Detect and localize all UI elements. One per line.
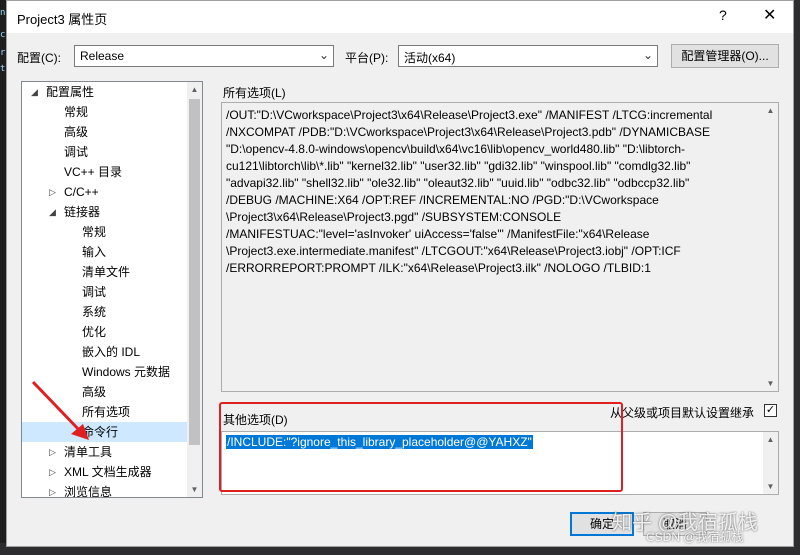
tree-item[interactable]: 高级: [22, 122, 187, 142]
scroll-up-icon[interactable]: ▲: [763, 432, 778, 447]
tree-item-label: 常规: [64, 105, 89, 119]
tree-item-label: XML 文档生成器: [64, 465, 152, 479]
config-select[interactable]: Release ⌄: [74, 45, 334, 67]
tree-item[interactable]: ◢ 配置属性: [22, 82, 187, 102]
all-options-line: "advapi32.lib" "shell32.lib" "ole32.lib"…: [226, 176, 690, 190]
all-options-line: \Project3.exe.intermediate.manifest" /LT…: [226, 244, 681, 258]
close-icon[interactable]: ✕: [763, 5, 776, 25]
scroll-down-icon[interactable]: ▼: [763, 376, 778, 391]
all-options-line: /OUT:"D:\VCworkspace\Project3\x64\Releas…: [226, 108, 713, 122]
tree-item-label: 浏览信息: [64, 485, 113, 498]
tree-item[interactable]: 常规: [22, 222, 187, 242]
scroll-up-icon[interactable]: ▲: [763, 103, 778, 118]
expand-arrow-icon[interactable]: ▷: [49, 482, 56, 497]
annotation-arrow-icon: [31, 380, 89, 440]
tree-item-label: 链接器: [64, 205, 101, 219]
chevron-down-icon: ⌄: [642, 48, 653, 62]
all-options-line: /ERRORREPORT:PROMPT /ILK:"x64\Release\Pr…: [226, 261, 651, 275]
tree-item[interactable]: ▷ XML 文档生成器: [22, 462, 187, 482]
tree-item-label: VC++ 目录: [64, 165, 123, 179]
help-icon[interactable]: ?: [719, 7, 727, 23]
ide-code-fragment: r: [0, 48, 6, 58]
scroll-up-icon[interactable]: ▲: [187, 82, 202, 97]
all-options-line: /DEBUG /MACHINE:X64 /OPT:REF /INCREMENTA…: [226, 193, 659, 207]
collapse-arrow-icon[interactable]: ◢: [49, 202, 56, 222]
all-options-line: /MANIFESTUAC:"level='asInvoker' uiAccess…: [226, 227, 650, 241]
title-bar: Project3 属性页 ? ✕: [7, 1, 793, 33]
tree-item[interactable]: ▷ C/C++: [22, 182, 187, 202]
platform-value: 活动(x64): [404, 51, 456, 65]
tree-item[interactable]: 优化: [22, 322, 187, 342]
configuration-manager-button[interactable]: 配置管理器(O)...: [671, 44, 779, 68]
tree-item[interactable]: 清单文件: [22, 262, 187, 282]
ide-code-fragment: n: [0, 8, 6, 18]
highlight-box: [219, 402, 623, 492]
tree-item-label: 高级: [64, 125, 89, 139]
tree-item[interactable]: 调试: [22, 142, 187, 162]
inherit-label: 从父级或项目默认设置继承: [610, 406, 755, 420]
collapse-arrow-icon[interactable]: ◢: [31, 82, 38, 102]
all-options-line: /NXCOMPAT /PDB:"D:\VCworkspace\Project3\…: [226, 125, 711, 139]
inherit-checkbox[interactable]: ✓: [764, 404, 777, 417]
property-pages-dialog: Project3 属性页 ? ✕ 配置(C): Release ⌄ 平台(P):…: [6, 0, 794, 547]
all-options-textbox[interactable]: /OUT:"D:\VCworkspace\Project3\x64\Releas…: [221, 102, 779, 392]
tree-item-label: 调试: [64, 145, 89, 159]
all-options-line: \Project3\x64\Release\Project3.pgd" /SUB…: [226, 210, 562, 224]
tree-item-label: 嵌入的 IDL: [82, 345, 141, 359]
scroll-thumb[interactable]: [189, 99, 200, 445]
all-options-line: cu121\libtorch\lib\*.lib" "kernel32.lib"…: [226, 159, 691, 173]
tree-item[interactable]: ◢ 链接器: [22, 202, 187, 222]
platform-label: 平台(P):: [345, 51, 389, 65]
ide-code-fragment: c: [0, 30, 6, 40]
tree-item-label: 系统: [82, 305, 107, 319]
tree-item-label: 调试: [82, 285, 107, 299]
all-options-text: /OUT:"D:\VCworkspace\Project3\x64\Releas…: [226, 107, 756, 277]
all-options-label: 所有选项(L): [223, 86, 286, 100]
tree-scrollbar[interactable]: ▲ ▼: [187, 82, 202, 497]
expand-arrow-icon[interactable]: ▷: [49, 182, 56, 202]
tree-item-label: 输入: [82, 245, 107, 259]
tree-item[interactable]: ▷ 浏览信息: [22, 482, 187, 498]
window-title: Project3 属性页: [17, 12, 108, 27]
tree-item[interactable]: 调试: [22, 282, 187, 302]
scroll-down-icon[interactable]: ▼: [187, 482, 202, 497]
tree-item[interactable]: 系统: [22, 302, 187, 322]
expand-arrow-icon[interactable]: ▷: [49, 462, 56, 482]
tree-item-label: 优化: [82, 325, 107, 339]
all-options-line: "D:\opencv-4.8.0-windows\opencv\build\x6…: [226, 142, 686, 156]
tree-item-label: 配置属性: [46, 85, 95, 99]
tree-item[interactable]: 嵌入的 IDL: [22, 342, 187, 362]
tree-item[interactable]: VC++ 目录: [22, 162, 187, 182]
all-options-scrollbar[interactable]: ▲ ▼: [763, 103, 778, 391]
chevron-down-icon: ⌄: [318, 48, 329, 62]
config-label: 配置(C):: [17, 51, 61, 65]
platform-select[interactable]: 活动(x64) ⌄: [398, 45, 658, 67]
config-value: Release: [80, 49, 125, 63]
watermark-subtext: CSDN @我宿孤栈: [646, 530, 744, 544]
scroll-down-icon[interactable]: ▼: [763, 479, 778, 494]
tree-item-label: 常规: [82, 225, 107, 239]
other-options-scrollbar[interactable]: ▲ ▼: [763, 432, 778, 494]
tree-item[interactable]: 常规: [22, 102, 187, 122]
ide-code-fragment: t: [0, 64, 6, 74]
tree-item[interactable]: 输入: [22, 242, 187, 262]
tree-item-label: C/C++: [64, 185, 99, 199]
tree-item-label: 清单文件: [82, 265, 131, 279]
